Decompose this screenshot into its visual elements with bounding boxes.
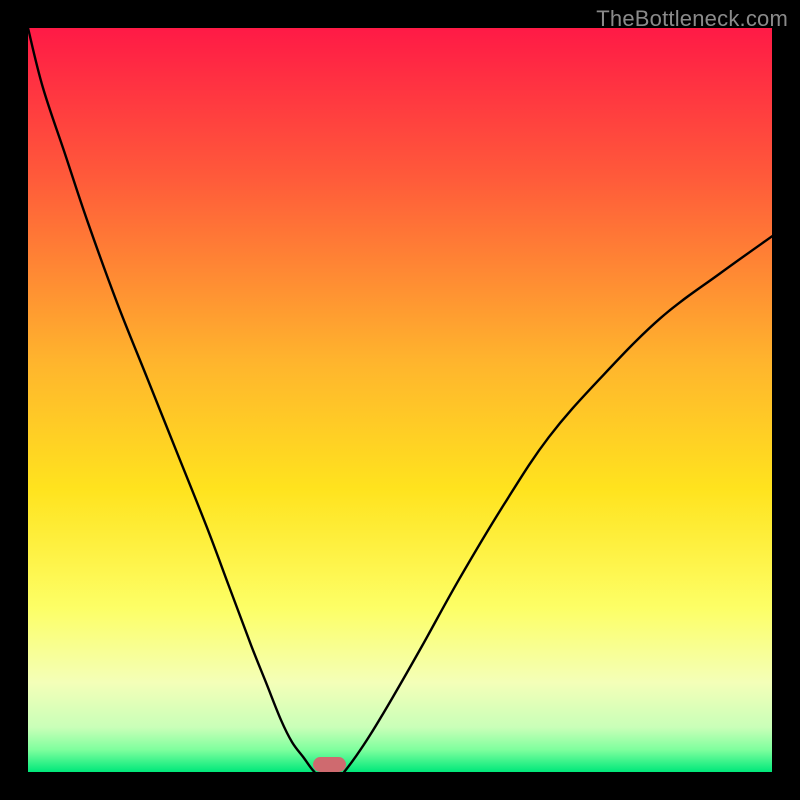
curve-left — [28, 28, 314, 772]
chart-frame: TheBottleneck.com — [0, 0, 800, 800]
watermark-text: TheBottleneck.com — [596, 6, 788, 32]
plot-area — [28, 28, 772, 772]
bottleneck-curve — [28, 28, 772, 772]
curve-right — [344, 236, 772, 772]
optimum-marker — [313, 757, 346, 772]
